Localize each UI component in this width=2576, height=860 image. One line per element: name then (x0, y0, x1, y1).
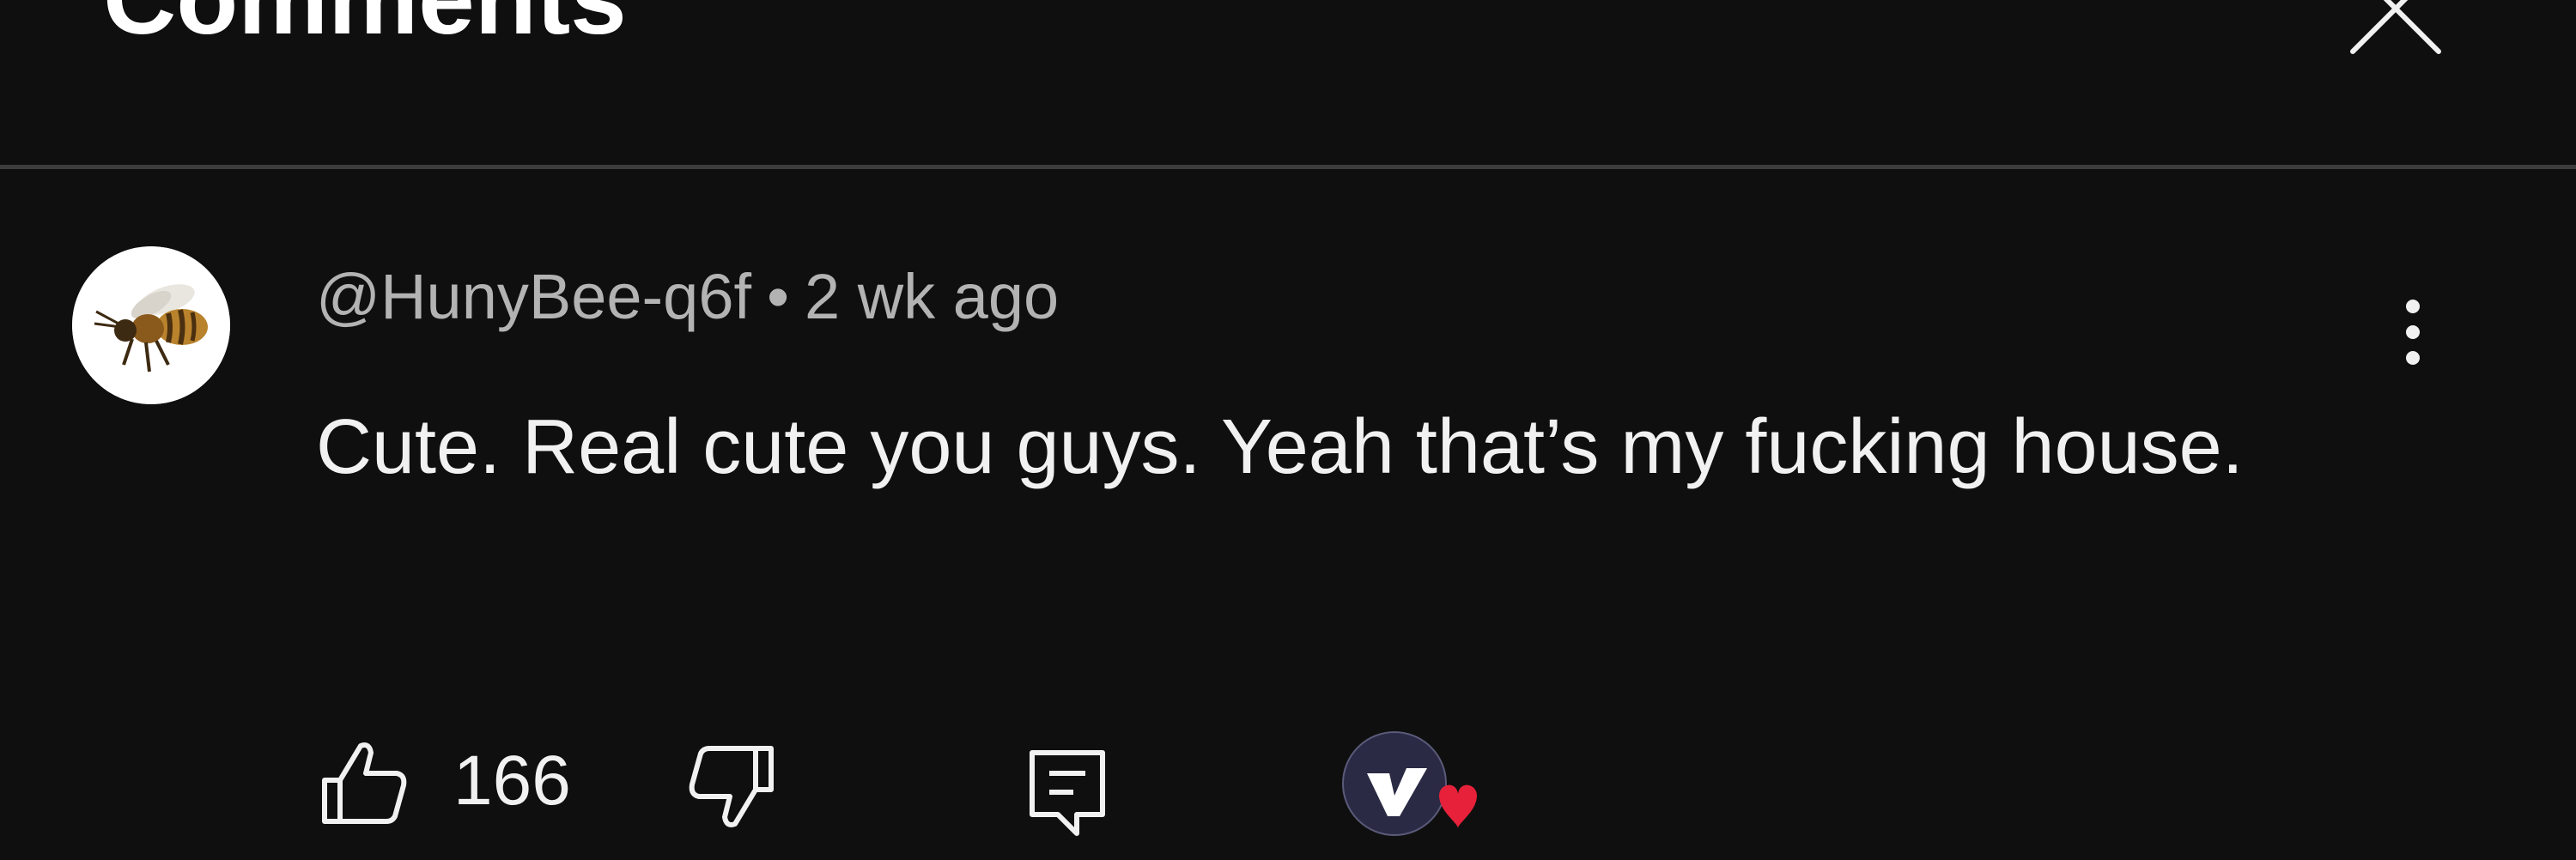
avatar[interactable] (72, 246, 230, 404)
like-button[interactable] (316, 736, 410, 830)
creator-heart-icon (1342, 731, 1477, 836)
comment-thread-item: @HunyBee-q6f • 2 wk ago Cute. Real cute yo… (0, 169, 2576, 858)
more-vert-icon-dot (2406, 351, 2420, 365)
more-vert-icon (2406, 300, 2420, 313)
comment-meta: @HunyBee-q6f • 2 wk ago (316, 265, 1059, 329)
comments-header: Comments (0, 0, 2576, 167)
like-count: 166 (453, 742, 571, 820)
reply-button[interactable] (1020, 744, 1115, 839)
bee-avatar-image (72, 246, 230, 404)
more-vert-icon-dot (2406, 325, 2420, 339)
creator-heart-badge[interactable] (1338, 727, 1484, 856)
close-button[interactable] (2344, 0, 2447, 60)
thumbs-up-icon (322, 742, 407, 824)
comment-text: Cute. Real cute you guys. Yeah that’s my… (316, 404, 2244, 490)
reply-comment-icon (1030, 750, 1105, 836)
page-title: Comments (103, 0, 627, 50)
meta-separator: • (767, 261, 789, 332)
thumbs-down-icon (689, 746, 774, 827)
comment-more-button[interactable] (2387, 281, 2439, 384)
comment-timestamp: 2 wk ago (804, 261, 1060, 332)
comment-actions: 166 (316, 727, 1604, 839)
close-icon (2350, 0, 2441, 54)
comment-author[interactable]: @HunyBee-q6f (316, 261, 751, 332)
dislike-button[interactable] (685, 740, 780, 834)
